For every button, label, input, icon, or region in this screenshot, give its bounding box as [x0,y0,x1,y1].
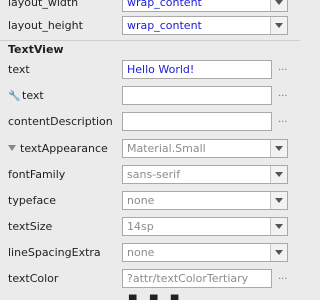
text-row: text Hello World! ... [0,57,300,83]
chevron-down-icon[interactable] [270,192,287,209]
section-title: TextView [8,43,64,56]
text-color-label: textColor [8,272,59,285]
typeface-value: none [127,194,155,207]
typeface-row: typeface none [0,188,300,214]
text-appearance-row: textAppearance Material.Small [0,136,300,162]
bold-toggle-icon[interactable]: ■ [128,293,137,300]
expand-triangle-icon[interactable] [8,145,16,151]
text-label: text [8,63,30,76]
text-size-dropdown[interactable]: 14sp [122,217,288,236]
text-color-input[interactable]: ?attr/textColorTertiary [122,269,272,288]
tools-text-input[interactable] [122,86,272,105]
font-family-label: fontFamily [8,168,66,181]
text-size-value: 14sp [127,220,154,233]
more-button[interactable]: ... [278,271,288,282]
caps-toggle-icon[interactable]: ■ [170,293,179,300]
text-input[interactable]: Hello World! [122,60,272,79]
textview-section-header[interactable]: TextView [0,40,300,58]
layout-height-row: layout_height wrap_content [0,13,300,39]
attributes-panel: layout_width wrap_content layout_height … [0,0,300,300]
layout-height-dropdown[interactable]: wrap_content [122,16,288,35]
content-description-label: contentDescription [8,115,113,128]
chevron-down-icon[interactable] [270,166,287,183]
content-description-input[interactable] [122,112,272,131]
text-size-label: textSize [8,220,53,233]
layout-height-label: layout_height [8,19,83,32]
tools-text-label: text [22,89,44,102]
text-style-toggle-icons[interactable]: ■ ■ ■ [128,293,179,300]
text-appearance-label-wrap[interactable]: textAppearance [8,142,108,155]
layout-width-value: wrap_content [127,0,202,9]
font-family-dropdown[interactable]: sans-serif [122,165,288,184]
chevron-down-icon[interactable] [270,244,287,261]
chevron-down-icon[interactable] [270,140,287,157]
more-button[interactable]: ... [278,114,288,125]
text-color-row: textColor ?attr/textColorTertiary ... [0,266,300,292]
line-spacing-extra-dropdown[interactable]: none [122,243,288,262]
text-appearance-dropdown[interactable]: Material.Small [122,139,288,158]
typeface-dropdown[interactable]: none [122,191,288,210]
content-description-row: contentDescription ... [0,109,300,135]
more-button[interactable]: ... [278,88,288,99]
line-spacing-extra-label: lineSpacingExtra [8,246,101,259]
chevron-down-icon[interactable] [270,218,287,235]
line-spacing-extra-row: lineSpacingExtra none [0,240,300,266]
text-size-row: textSize 14sp [0,214,300,240]
text-appearance-value: Material.Small [127,142,206,155]
chevron-down-icon[interactable] [270,17,287,34]
font-family-value: sans-serif [127,168,181,181]
typeface-label: typeface [8,194,57,207]
wrench-icon: 🔧 [8,91,21,102]
layout-height-value: wrap_content [127,19,202,32]
text-appearance-label: textAppearance [20,142,108,155]
layout-width-dropdown[interactable]: wrap_content [122,0,288,12]
layout-width-label: layout_width [8,0,79,9]
line-spacing-extra-value: none [127,246,155,259]
italic-toggle-icon[interactable]: ■ [149,293,158,300]
more-button[interactable]: ... [278,62,288,73]
tools-text-label-wrap: 🔧 text [8,89,44,102]
font-family-row: fontFamily sans-serif [0,162,300,188]
tools-text-row: 🔧 text ... [0,83,300,109]
chevron-down-icon[interactable] [270,0,287,11]
